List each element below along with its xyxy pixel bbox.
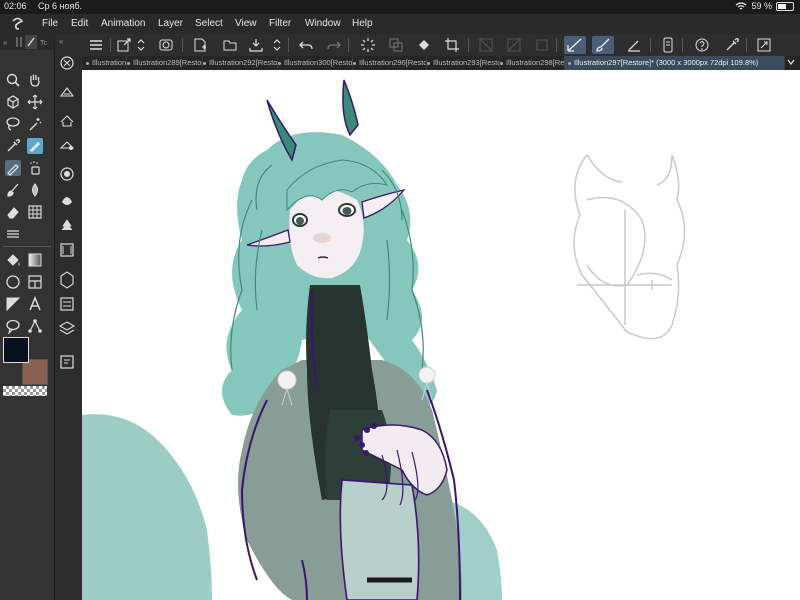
artwork (82, 79, 686, 600)
tab-document[interactable]: Illustration296[Restore] (349, 56, 427, 70)
close-panel-icon (60, 56, 74, 70)
lasso-select-icon[interactable] (5, 116, 21, 132)
menu-animation[interactable]: Animation (101, 18, 145, 29)
app-logo-icon[interactable] (10, 17, 26, 31)
grid-icon[interactable] (27, 204, 43, 220)
zoom-icon[interactable] (5, 72, 21, 88)
brush-icon[interactable] (592, 36, 614, 54)
battery-percent: 59 % (751, 1, 772, 11)
film-icon (60, 243, 74, 257)
fill-tool-icon[interactable] (5, 252, 21, 268)
tool-palette-header: « Tc (0, 34, 54, 50)
brush-tool-icon[interactable] (5, 182, 21, 198)
magic-wand-icon[interactable] (27, 116, 43, 132)
menu-select[interactable]: Select (195, 18, 223, 29)
chevron-down-icon[interactable] (786, 57, 796, 67)
disabled-icon-3[interactable] (534, 37, 550, 53)
balloon-icon[interactable] (5, 318, 21, 334)
brush-size-icon (60, 167, 74, 181)
clip-icon[interactable] (158, 37, 174, 53)
layers-icon (58, 321, 76, 335)
disabled-icon-2[interactable] (506, 37, 522, 53)
pencil-icon[interactable] (626, 37, 642, 53)
move-layer-icon[interactable] (5, 94, 21, 110)
status-date: Ср 6 нояб. (38, 1, 83, 11)
fill-icon[interactable] (416, 37, 432, 53)
blend-icon[interactable] (27, 182, 43, 198)
color-wheel-icon (62, 197, 72, 205)
menu-window[interactable]: Window (305, 18, 341, 29)
svg-text:«: « (3, 38, 8, 47)
hand-icon[interactable] (27, 72, 43, 88)
pen-tool-icon[interactable] (27, 138, 43, 154)
status-bar: 02:06 Ср 6 нояб. 59 % (0, 0, 800, 14)
navigator-icon (59, 87, 75, 97)
airbrush-icon[interactable] (27, 160, 43, 176)
menu-icon[interactable] (88, 37, 104, 53)
frame-icon[interactable] (27, 274, 43, 290)
new-file-icon[interactable] (192, 37, 208, 53)
disabled-icon-1[interactable] (478, 37, 494, 53)
eyedropper-tool-icon[interactable] (5, 138, 21, 154)
tool-palette: « Tc (0, 34, 54, 600)
stepper-icon[interactable] (136, 37, 146, 53)
svg-text:Tc: Tc (40, 40, 48, 47)
ruler-icon[interactable] (5, 226, 21, 242)
phone-icon[interactable] (660, 37, 676, 53)
ellipse-icon[interactable] (5, 274, 21, 290)
transparent-color-swatch[interactable] (3, 386, 47, 396)
shape-icon[interactable] (5, 296, 21, 312)
gradient-icon[interactable] (27, 252, 43, 268)
tab-document[interactable]: Illustration288[Restore] (82, 56, 127, 70)
document-tabs: Illustration288[Restore] Illustration289… (82, 56, 800, 70)
wifi-icon (736, 1, 747, 9)
battery-icon (776, 1, 794, 11)
eyedropper-icon[interactable] (724, 37, 740, 53)
eraser-icon[interactable] (5, 204, 21, 220)
layer-property-icon (60, 115, 74, 127)
layer-list-icon (60, 297, 74, 311)
drawing-canvas[interactable] (82, 70, 800, 600)
correct-line-icon[interactable] (27, 318, 43, 334)
status-time: 02:06 (4, 1, 27, 11)
material-icon (60, 271, 74, 289)
crop-icon[interactable] (444, 37, 460, 53)
tool-property-icon (59, 141, 75, 150)
loading-icon[interactable] (360, 37, 376, 53)
menu-layer[interactable]: Layer (158, 18, 183, 29)
undo-icon[interactable] (298, 37, 314, 53)
menu-filter[interactable]: Filter (269, 18, 291, 29)
redo-icon[interactable] (326, 37, 342, 53)
open-folder-icon[interactable] (222, 37, 238, 53)
copy-icon[interactable] (388, 37, 404, 53)
pen-select-icon[interactable] (564, 36, 586, 54)
move-icon[interactable] (27, 94, 43, 110)
menu-help[interactable]: Help (352, 18, 373, 29)
menu-view[interactable]: View (235, 18, 257, 29)
tab-document[interactable]: Illustration292[Restore] (199, 56, 278, 70)
menu-bar: File Edit Animation Layer Select View Fi… (0, 14, 800, 34)
menu-edit[interactable]: Edit (71, 18, 88, 29)
tab-document[interactable]: Illustration289[Restore] (123, 56, 203, 70)
sub-tool-panel: « (54, 34, 83, 600)
help-icon[interactable] (694, 37, 710, 53)
sketch-head (573, 154, 686, 340)
history-icon (60, 355, 74, 369)
tab-document[interactable]: Illustration293[Restore] (423, 56, 500, 70)
save-icon[interactable] (248, 37, 264, 53)
command-bar (82, 34, 800, 57)
tab-document[interactable]: Illustration300[Restore] (274, 56, 353, 70)
pencil-tool-icon[interactable] (5, 160, 21, 176)
color-set-icon (61, 219, 73, 231)
status-right: 59 % (735, 1, 794, 11)
tab-document-active[interactable]: Illustration297[Restore]* (3000 x 3000px… (564, 56, 785, 70)
svg-text:«: « (59, 37, 64, 46)
text-icon[interactable] (27, 296, 43, 312)
transform-icon[interactable] (116, 37, 132, 53)
expand-icon[interactable] (756, 37, 772, 53)
main-color-swatch[interactable] (3, 337, 29, 363)
stepper2-icon[interactable] (272, 37, 282, 53)
tab-document[interactable]: Illustration298[Restore] (496, 56, 568, 70)
menu-file[interactable]: File (42, 18, 58, 29)
